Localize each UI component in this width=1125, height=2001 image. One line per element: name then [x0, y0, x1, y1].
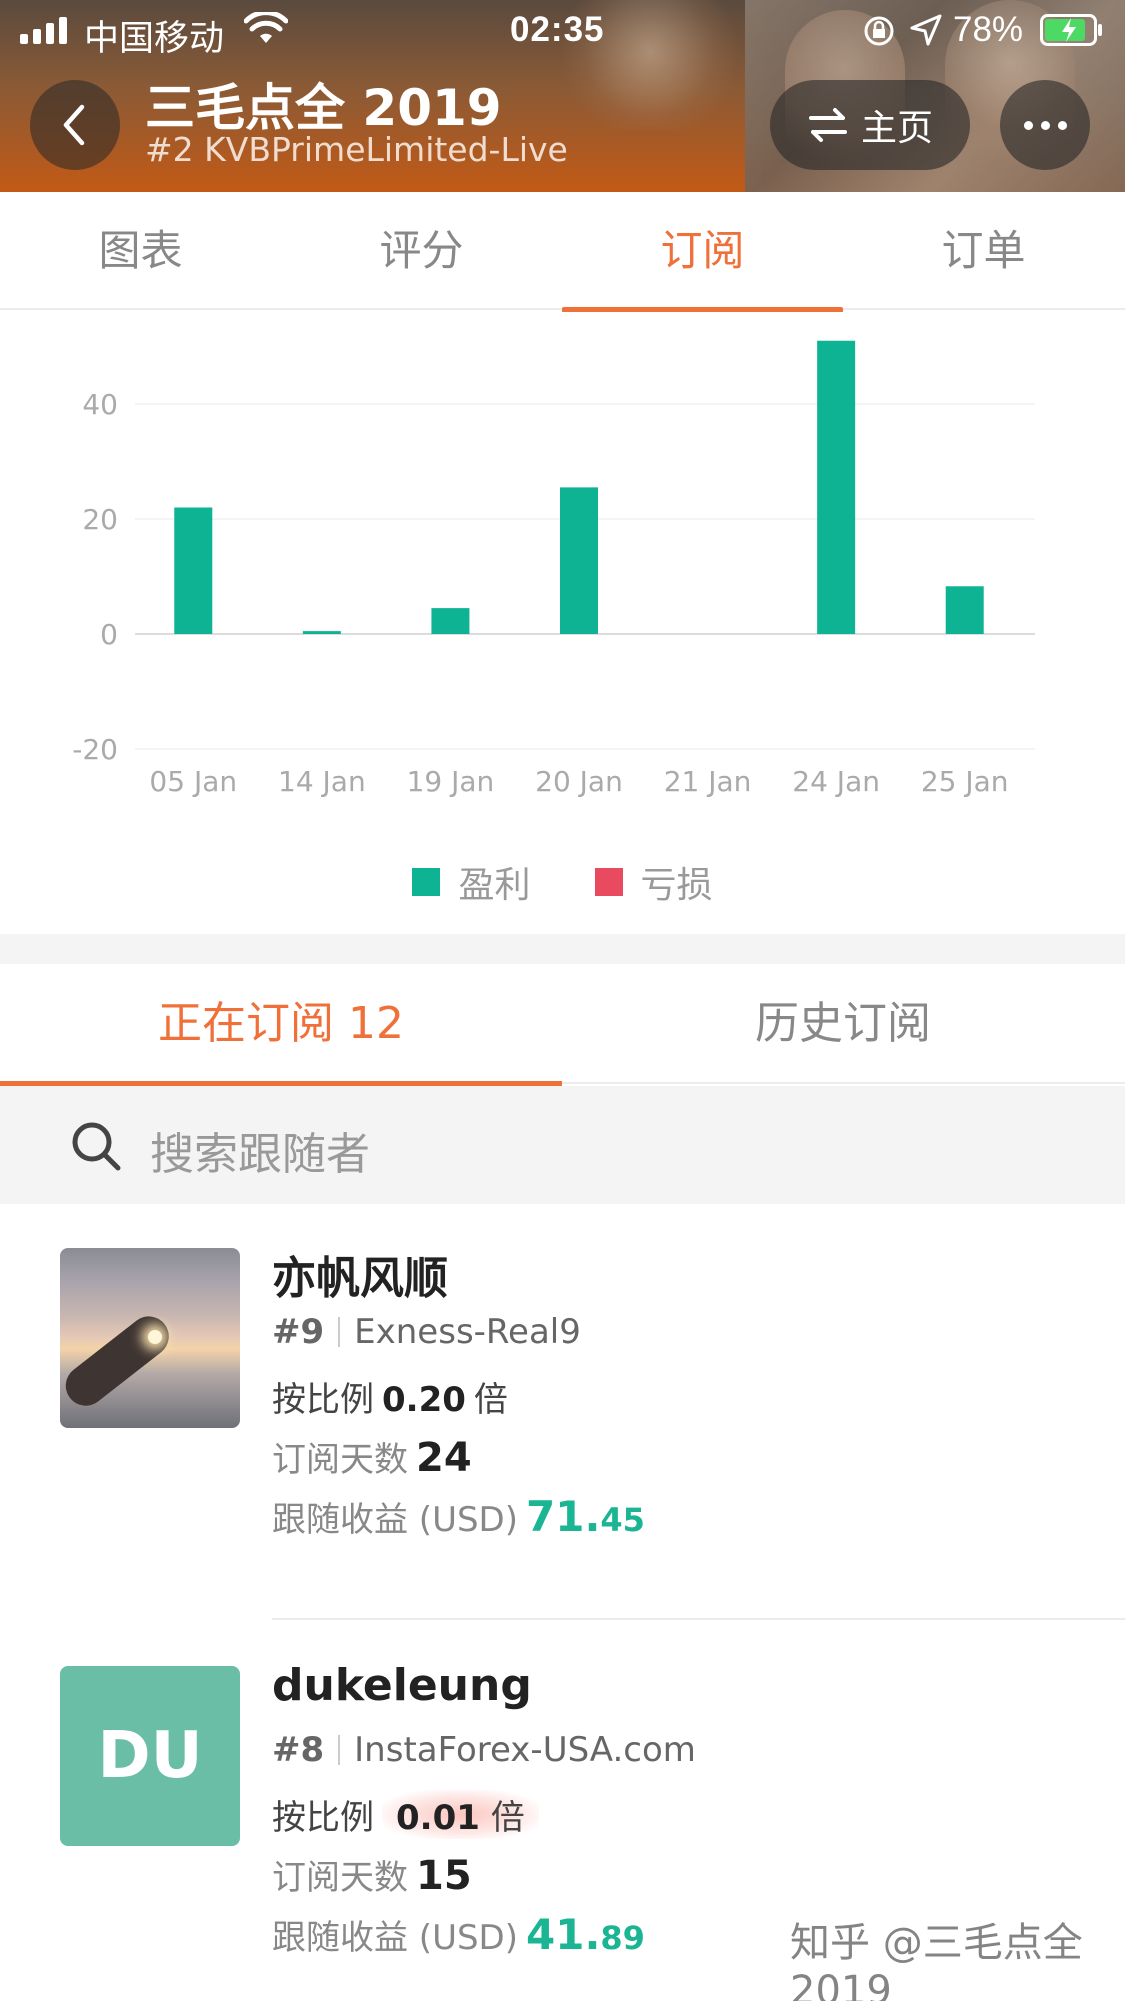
- days-label: 订阅天数: [272, 1440, 408, 1480]
- search-icon: [72, 1122, 121, 1171]
- tab-orders[interactable]: 订单: [843, 192, 1124, 310]
- y-tick-label: 0: [100, 618, 118, 651]
- rotation-lock-icon: [864, 16, 894, 46]
- ratio-value: 0.20: [382, 1380, 466, 1420]
- zhihu-watermark: 知乎 @三毛点全2019: [790, 1920, 1083, 2001]
- battery-charging-icon: [1040, 14, 1102, 46]
- subscriber-ratio: 按比例 0.20 倍: [272, 1372, 508, 1421]
- swap-arrows-icon: [808, 108, 847, 142]
- status-bar: 中国移动 02:35 78%: [0, 0, 1125, 62]
- days-value: 15: [416, 1853, 472, 1899]
- bar-profit[interactable]: [817, 340, 856, 634]
- search-followers-bar[interactable]: 搜索跟随者: [0, 1086, 1125, 1204]
- top-tab-bar: 图表 评分 订阅 订单: [0, 192, 1125, 313]
- subscriber-rank: #9: [272, 1312, 325, 1352]
- x-tick-label: 19 Jan: [407, 765, 495, 798]
- home-button[interactable]: 主页: [770, 80, 970, 170]
- bar-profit[interactable]: [431, 608, 470, 634]
- profit-bar-chart: 40 20 0 -20 05 Jan 14 Jan 19 Jan 20 Jan 21 Jan 24…: [0, 312, 1125, 934]
- meta-separator: [338, 1735, 341, 1765]
- x-tick-label: 25 Jan: [921, 765, 1009, 798]
- x-tick-label: 24 Jan: [792, 765, 880, 798]
- tab-subscriptions[interactable]: 订阅: [562, 192, 843, 313]
- tab-rating[interactable]: 评分: [281, 192, 562, 310]
- wifi-icon: [244, 12, 288, 43]
- profit-value: 71.45: [526, 1492, 645, 1541]
- legend-label-profit: 盈利: [458, 865, 531, 906]
- x-tick-label: 14 Jan: [278, 765, 366, 798]
- more-options-button[interactable]: [1000, 80, 1090, 170]
- ratio-value: 0.01: [396, 1798, 480, 1838]
- clock-time: 02:35: [510, 10, 605, 49]
- profit-value: 41.89: [526, 1910, 645, 1959]
- ratio-unit: 倍: [490, 1798, 525, 1838]
- x-tick-label: 21 Jan: [664, 765, 752, 798]
- more-dots-icon: [1023, 120, 1033, 130]
- ratio-label: 按比例: [272, 1798, 374, 1838]
- legend-swatch-loss: [594, 868, 623, 896]
- ratio-label: 按比例: [272, 1380, 374, 1420]
- section-divider: [0, 934, 1125, 964]
- subscriber-name[interactable]: dukeleung: [272, 1660, 532, 1711]
- subscriber-account: #8 InstaForex-USA.com: [272, 1730, 696, 1770]
- subscriber-account: #9 Exness-Real9: [272, 1312, 581, 1352]
- legend-label-loss: 亏损: [640, 865, 713, 906]
- page-subtitle: #2 KVBPrimeLimited-Live: [145, 130, 568, 169]
- subscription-tab-bar: 正在订阅 12 历史订阅: [0, 964, 1125, 1087]
- avatar[interactable]: [60, 1248, 240, 1428]
- tab-current-subscriptions[interactable]: 正在订阅 12: [0, 964, 562, 1087]
- bar-profit[interactable]: [560, 487, 598, 634]
- subscriber-profit: 跟随收益 (USD) 71.45: [272, 1492, 645, 1541]
- x-tick-label: 20 Jan: [535, 765, 623, 798]
- battery-percent: 78%: [953, 10, 1024, 49]
- subscriber-rank: #8: [272, 1730, 325, 1770]
- back-button[interactable]: [30, 80, 120, 170]
- subscriber-profit: 跟随收益 (USD) 41.89: [272, 1910, 645, 1959]
- avatar-photo-sun: [148, 1330, 162, 1344]
- app-header: 中国移动 02:35 78% 三毛点全 2019 #2 KVBPrimeLimi…: [0, 0, 1125, 192]
- legend-swatch-profit: [412, 868, 441, 896]
- days-label: 订阅天数: [272, 1858, 408, 1898]
- days-value: 24: [416, 1435, 472, 1481]
- bar-chart-svg: 40 20 0 -20 05 Jan 14 Jan 19 Jan 20 Jan 21 Jan 24…: [72, 340, 1035, 798]
- location-arrow-icon: [910, 14, 942, 46]
- meta-separator: [338, 1317, 341, 1347]
- y-tick-label: -20: [72, 733, 118, 766]
- bar-profit[interactable]: [302, 631, 341, 634]
- carrier-name: 中国移动: [84, 19, 225, 59]
- legend-item-loss[interactable]: 亏损: [594, 852, 713, 912]
- ratio-highlight: 0.01 倍: [382, 1790, 539, 1839]
- legend-item-profit[interactable]: 盈利: [412, 852, 531, 912]
- ratio-unit: 倍: [473, 1380, 508, 1420]
- subscriber-days: 订阅天数 15: [272, 1850, 472, 1899]
- y-tick-label: 20: [82, 503, 118, 536]
- y-tick-label: 40: [82, 388, 118, 421]
- bar-profit[interactable]: [945, 586, 984, 634]
- cellular-signal-icon: [20, 16, 67, 44]
- chevron-left-icon: [63, 104, 85, 146]
- subscriber-broker: InstaForex-USA.com: [354, 1730, 696, 1770]
- chart-legend: 盈利 亏损: [0, 852, 1125, 912]
- search-input[interactable]: 搜索跟随者: [150, 1118, 370, 1182]
- tab-current-subscriptions-label: 正在订阅 12: [158, 998, 404, 1049]
- subscriber-days: 订阅天数 24: [272, 1432, 472, 1481]
- avatar[interactable]: DU: [60, 1666, 240, 1846]
- tab-subscriptions-label: 订阅: [660, 226, 745, 275]
- tab-history-subscriptions[interactable]: 历史订阅: [562, 964, 1124, 1084]
- bar-profit[interactable]: [174, 507, 213, 635]
- subscriber-list-item[interactable]: 亦帆风顺 #9 Exness-Real9 按比例 0.20 倍 订阅天数 24 …: [0, 1206, 1125, 1616]
- x-tick-label: 05 Jan: [149, 765, 237, 798]
- avatar-photo-hand: [60, 1308, 177, 1414]
- tab-chart[interactable]: 图表: [0, 192, 281, 310]
- profit-label: 跟随收益 (USD): [272, 1500, 518, 1540]
- subscriber-ratio: 按比例 0.01 倍: [272, 1790, 539, 1839]
- subscriber-name[interactable]: 亦帆风顺: [272, 1242, 448, 1306]
- subscriber-broker: Exness-Real9: [354, 1312, 581, 1352]
- profit-label: 跟随收益 (USD): [272, 1918, 518, 1958]
- home-button-label: 主页: [860, 108, 933, 149]
